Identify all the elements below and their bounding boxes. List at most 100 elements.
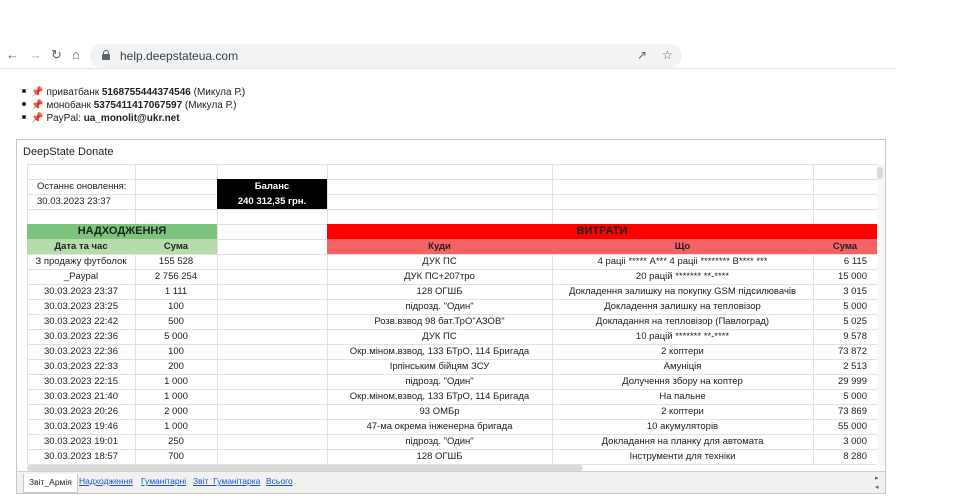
toolbar-divider (0, 68, 897, 69)
grid-line (27, 209, 877, 210)
balance-label: Баланс (217, 179, 327, 194)
income-header: НАДХОДЖЕННЯ (27, 224, 217, 239)
donation-list: 📌 приватбанк 5168755444374546 (Микула Р.)… (22, 86, 245, 125)
address-bar[interactable]: help.deepstateua.com ↗ ☆ (90, 44, 682, 68)
expense-item: 2 коптери (661, 406, 704, 417)
expense-item: Докладення залишку на тепловізор (604, 301, 761, 312)
expense-recipient: ДУК ПС (422, 331, 457, 342)
expense-item: Докладення залишку на покупку GSM підсил… (568, 286, 797, 297)
sheet-grid[interactable]: Останнє оновлення: 30.03.2023 23:37 Баланс… (17, 140, 878, 465)
sheet-tab[interactable]: Гуманітарні (141, 476, 186, 486)
expense-amount: 9 578 (843, 331, 867, 342)
column-header: Сума (135, 239, 217, 254)
expense-recipient: 93 ОМБр (419, 406, 460, 417)
browser-toolbar: ← → ↻ ⌂ help.deepstateua.com ↗ ☆ (0, 40, 974, 70)
expense-item: 10 рацій ******* **-**** (635, 331, 730, 342)
income-amount: 1 000 (164, 376, 188, 387)
expense-recipient: Ірпінським бійцям ЗСУ (389, 361, 490, 372)
grid-line (217, 164, 218, 465)
vertical-scroll-thumb[interactable] (877, 167, 883, 179)
last-update-value: 30.03.2023 23:37 (37, 196, 111, 207)
income-date: 30.03.2023 22:42 (44, 316, 118, 327)
expense-recipient: 128 ОГШБ (416, 451, 463, 462)
expense-amount: 5 000 (843, 391, 867, 402)
expense-item: Інструменти для техніки (629, 451, 736, 462)
expense-amount: 73 869 (837, 406, 867, 417)
expense-recipient: Окр.мiном.взвод, 133 БТрО, 114 Бригада (349, 391, 530, 402)
expense-item: Амуніція (663, 361, 702, 372)
pushpin-icon: 📌 (31, 87, 44, 98)
column-header: Що (552, 239, 813, 254)
expense-item: Докладання на планку для автомата (601, 436, 764, 447)
pushpin-icon: 📌 (31, 113, 44, 124)
expense-amount: 8 280 (843, 451, 867, 462)
share-icon[interactable]: ↗ (637, 48, 647, 62)
expense-amount: 5 000 (843, 301, 867, 312)
income-amount: 5 000 (164, 331, 188, 342)
expense-recipient: Розв.взвод 98 бат.ТрО"АЗОВ" (374, 316, 505, 327)
expense-recipient: 128 ОГШБ (416, 286, 463, 297)
url-text: help.deepstateua.com (120, 49, 239, 63)
back-arrow-icon[interactable]: ← (6, 48, 19, 61)
vertical-scrollbar[interactable] (877, 164, 885, 466)
income-date: 30.03.2023 19:01 (44, 436, 118, 447)
paypal-email[interactable]: ua_monolit@ukr.net (84, 113, 180, 124)
income-amount: 100 (168, 346, 184, 357)
expense-recipient: ДУК ПС (422, 256, 457, 267)
income-date: 30.03.2023 20:26 (44, 406, 118, 417)
expense-recipient: Окр.мiном.взвод, 133 БТрО, 114 Бригада (349, 346, 530, 357)
income-date: 30.03.2023 23:25 (44, 301, 118, 312)
income-date: 30.03.2023 21:40 (44, 391, 118, 402)
column-header: Сума (813, 239, 877, 254)
embedded-spreadsheet: DeepState Donate Останнє оновлення: 30.03… (16, 139, 886, 494)
expense-amount: 55 000 (837, 421, 867, 432)
account-number[interactable]: 5168755444374546 (102, 87, 191, 98)
expense-recipient: підрозд. "Один" (405, 301, 474, 312)
expense-amount: 73 872 (837, 346, 867, 357)
donation-item: 📌 PayPal: ua_monolit@ukr.net (22, 112, 245, 125)
expense-recipient: ДУК ПС+207тро (404, 271, 475, 282)
forward-arrow-icon[interactable]: → (29, 48, 42, 61)
income-date: З продажу футболок (35, 256, 127, 267)
income-amount: 2 756 254 (154, 271, 198, 282)
donation-item: 📌 монобанк 5375411417067597 (Микула Р.) (22, 99, 245, 112)
expense-header: ВИТРАТИ (327, 224, 877, 239)
star-icon[interactable]: ☆ (662, 48, 673, 62)
income-amount: 200 (168, 361, 184, 372)
income-date: 30.03.2023 22:33 (44, 361, 118, 372)
income-date: 30.03.2023 22:36 (44, 346, 118, 357)
expense-amount: 3 000 (843, 436, 867, 447)
home-icon[interactable]: ⌂ (72, 48, 80, 61)
sheet-tab[interactable]: Надходження (79, 476, 133, 486)
income-amount: 250 (168, 436, 184, 447)
account-number[interactable]: 5375411417067597 (94, 100, 182, 111)
expense-amount: 6 115 (843, 256, 867, 267)
expense-amount: 2 513 (843, 361, 867, 372)
sheet-tab[interactable]: Звіт_Гуманітарка (193, 476, 260, 486)
expense-amount: 3 015 (843, 286, 867, 297)
expense-item: 2 коптери (661, 346, 704, 357)
donation-item: 📌 приватбанк 5168755444374546 (Микула Р.) (22, 86, 245, 99)
income-amount: 2 000 (164, 406, 188, 417)
column-header: Куди (327, 239, 552, 254)
income-date: 30.03.2023 23:37 (44, 286, 118, 297)
last-update-label: Останнє оновлення: (37, 181, 127, 192)
expense-amount: 29 999 (837, 376, 867, 387)
income-amount: 100 (168, 301, 184, 312)
income-amount: 155 528 (158, 256, 194, 267)
balance-value: 240 312,35 грн. (217, 194, 327, 209)
column-header: Дата та час (27, 239, 135, 254)
income-date: 30.03.2023 19:46 (44, 421, 118, 432)
expense-recipient: підрозд. "Один" (405, 436, 474, 447)
income-date: 30.03.2023 18:57 (44, 451, 118, 462)
expense-item: 10 акумуляторів (646, 421, 719, 432)
sheet-tab[interactable]: Звіт_Армія (23, 474, 78, 493)
expense-amount: 5 025 (843, 316, 867, 327)
tab-scroll-arrows[interactable]: ▸ ◂ (875, 474, 879, 492)
reload-icon[interactable]: ↻ (51, 48, 62, 61)
grid-line (27, 164, 877, 165)
income-amount: 1 111 (164, 286, 188, 297)
income-amount: 700 (168, 451, 184, 462)
income-amount: 1 000 (164, 421, 188, 432)
sheet-tab[interactable]: Всього (266, 476, 293, 486)
